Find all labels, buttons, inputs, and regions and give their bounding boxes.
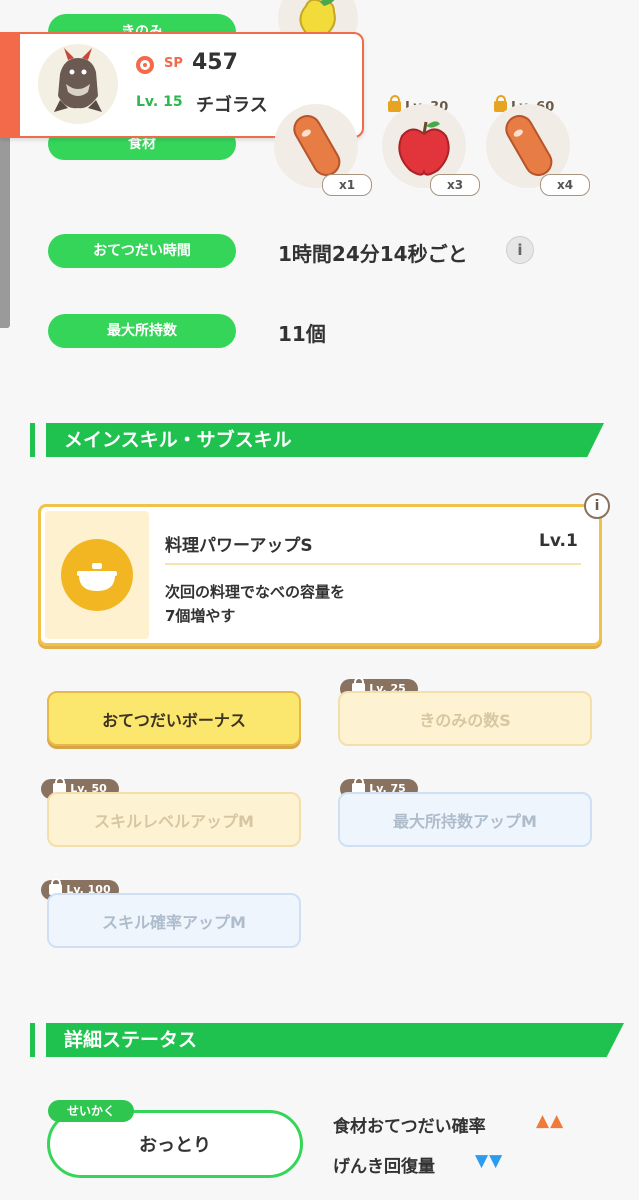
main-skill-info-icon[interactable]: i [584, 493, 610, 519]
main-skill-card[interactable]: 料理パワーアップS Lv.1 次回の料理でなべの容量を 7個増やす [38, 504, 602, 646]
nature-down-marks: ▼▼ [475, 1151, 504, 1171]
subskill-5[interactable]: スキル確率アップM [47, 893, 301, 948]
main-skill-name: 料理パワーアップS [165, 536, 313, 556]
help-time-label: おてつだい時間 [48, 234, 236, 268]
sp-label: SP [164, 56, 183, 71]
pokemon-name: チゴラス [196, 95, 268, 116]
pokemon-avatar [38, 44, 118, 124]
nature-value: おっとり [139, 1135, 211, 1156]
nature-tag: せいかく [48, 1100, 134, 1122]
nature-up-marks: ▲▲ [536, 1111, 565, 1131]
card-accent-bar [0, 34, 20, 136]
ingredient-count-3: x4 [540, 174, 590, 196]
sp-value: 457 [192, 50, 238, 75]
main-skill-icon-panel [45, 511, 149, 639]
main-skill-desc-line1: 次回の料理でなべの容量を [165, 583, 346, 601]
pot-icon [61, 539, 133, 611]
scroll-indicator[interactable] [0, 128, 10, 328]
nature-down-label: げんき回復量 [333, 1157, 435, 1177]
ingredient-count-2: x3 [430, 174, 480, 196]
section-skills-title: メインスキル・サブスキル [46, 423, 604, 457]
ingredient-count-1: x1 [322, 174, 372, 196]
section-stub [30, 423, 35, 457]
nature-up-label: 食材おてつだい確率 [333, 1117, 486, 1137]
max-carry-value: 11個 [278, 322, 326, 346]
subskill-2[interactable]: きのみの数S [338, 691, 592, 746]
main-skill-divider [165, 563, 581, 565]
subskill-3[interactable]: スキルレベルアップM [47, 792, 301, 847]
help-time-value: 1時間24分14秒ごと [278, 242, 468, 266]
section-details-title: 詳細ステータス [46, 1023, 624, 1057]
sp-icon [136, 56, 154, 74]
subskill-1[interactable]: おてつだいボーナス [47, 691, 301, 746]
main-skill-level: Lv.1 [539, 531, 578, 551]
max-carry-label: 最大所持数 [48, 314, 236, 348]
subskill-4[interactable]: 最大所持数アップM [338, 792, 592, 847]
section-stub [30, 1023, 35, 1057]
main-skill-desc-line2: 7個増やす [165, 607, 236, 625]
info-icon[interactable]: i [506, 236, 534, 264]
pokemon-level: Lv. 15 [136, 94, 183, 110]
